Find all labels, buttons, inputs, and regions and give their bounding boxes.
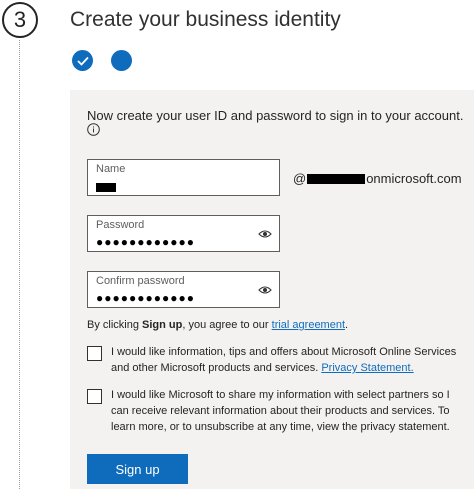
- partner-sharing-row: I would like Microsoft to share my infor…: [87, 387, 467, 435]
- step-number-circle: 3: [2, 2, 38, 38]
- agreement-text: By clicking Sign up, you agree to our tr…: [87, 319, 349, 331]
- step-number: 3: [13, 7, 27, 32]
- completed-step-check-icon: [72, 50, 93, 71]
- password-field[interactable]: Password ●●●●●●●●●●●●: [87, 215, 280, 252]
- sign-up-button[interactable]: Sign up: [87, 454, 188, 484]
- marketing-consent-checkbox[interactable]: [87, 346, 102, 361]
- domain-suffix: @ onmicrosoft.com: [293, 171, 462, 186]
- progress-dots: [72, 50, 132, 72]
- show-password-eye-icon[interactable]: [258, 229, 272, 239]
- signup-form-panel: Now create your user ID and password to …: [70, 90, 474, 489]
- step-connector-line: [19, 40, 20, 489]
- info-icon[interactable]: [87, 123, 100, 136]
- redacted-domain: [307, 174, 366, 184]
- password-field-label: Password: [96, 219, 145, 231]
- confirm-password-field[interactable]: Confirm password ●●●●●●●●●●●●: [87, 271, 280, 308]
- marketing-consent-text: I would like information, tips and offer…: [111, 346, 457, 374]
- password-field-value: ●●●●●●●●●●●●: [96, 235, 195, 249]
- privacy-statement-link[interactable]: Privacy Statement.: [321, 362, 413, 374]
- page-title: Create your business identity: [70, 8, 341, 31]
- name-field[interactable]: Name: [87, 159, 280, 196]
- confirm-password-field-value: ●●●●●●●●●●●●: [96, 291, 195, 305]
- current-step-dot: [111, 50, 132, 71]
- name-field-label: Name: [96, 163, 126, 175]
- trial-agreement-link[interactable]: trial agreement: [272, 319, 345, 331]
- show-confirm-password-eye-icon[interactable]: [258, 285, 272, 295]
- confirm-password-field-label: Confirm password: [96, 275, 185, 287]
- intro-text: Now create your user ID and password to …: [87, 108, 464, 123]
- partner-sharing-checkbox[interactable]: [87, 389, 102, 404]
- marketing-consent-row: I would like information, tips and offer…: [87, 344, 467, 376]
- name-field-redacted-value: [96, 180, 116, 194]
- partner-sharing-text: I would like Microsoft to share my infor…: [111, 389, 450, 433]
